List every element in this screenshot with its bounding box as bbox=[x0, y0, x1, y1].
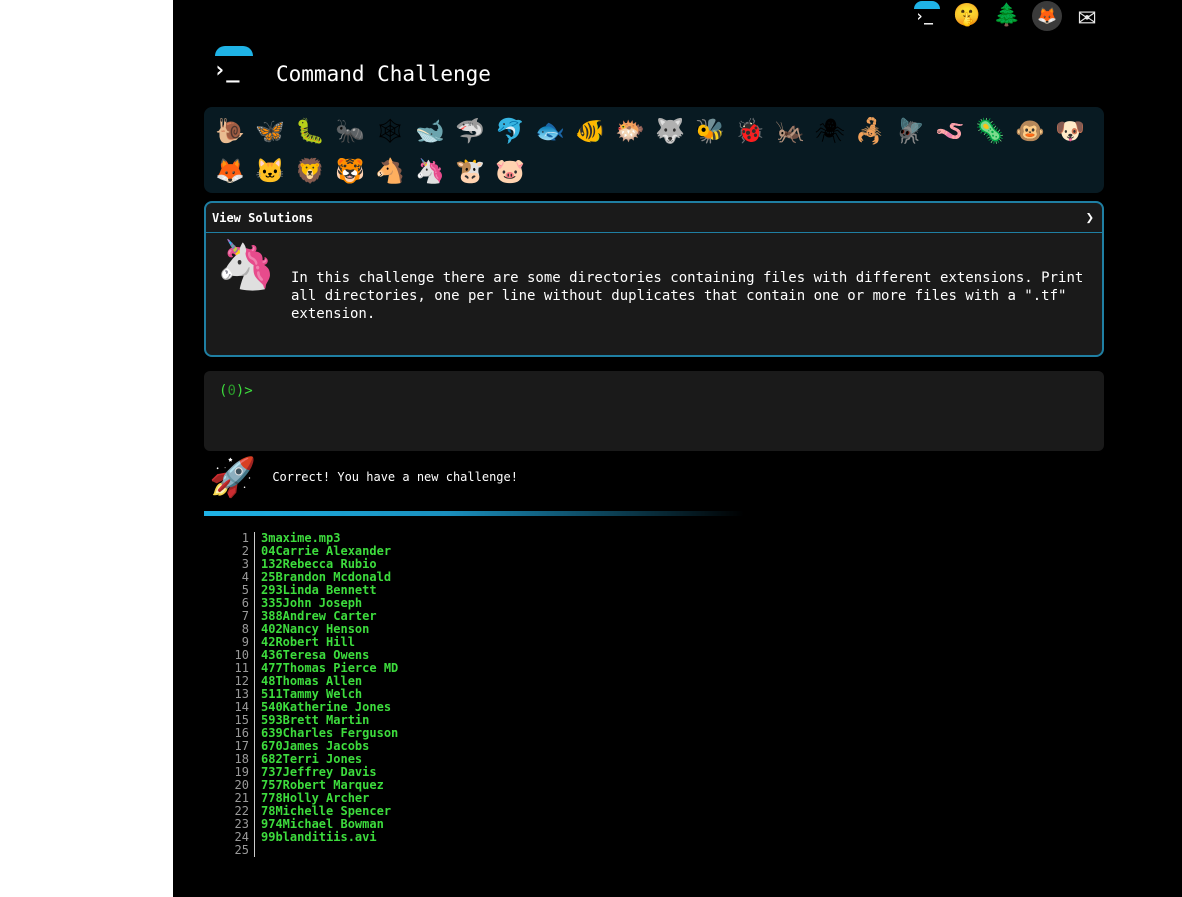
cat-icon[interactable]: 🐱 bbox=[250, 151, 290, 191]
whale-icon[interactable]: 🐋 bbox=[410, 111, 450, 151]
monkey-icon[interactable]: 🐵 bbox=[1010, 111, 1050, 151]
fly-icon[interactable]: 🪰 bbox=[890, 111, 930, 151]
horse-icon[interactable]: 🐴 bbox=[370, 151, 410, 191]
worm-icon[interactable]: 🪱 bbox=[930, 111, 970, 151]
brand[interactable]: ›_ Command Challenge bbox=[209, 44, 491, 90]
progress-bar bbox=[204, 511, 744, 516]
microbe-icon[interactable]: 🦠 bbox=[970, 111, 1010, 151]
caterpillar-icon[interactable]: 🐛 bbox=[290, 111, 330, 151]
rocket-icon: 🚀 bbox=[209, 455, 257, 499]
app-window: ›_ 🤫 🌲 🦊 ✉ ›_ Command Challenge 🐌 🦋 🐛 🐜 🕸 🐋 🦈 🐬… bbox=[173, 0, 1182, 897]
tropical-fish-icon[interactable]: 🐠 bbox=[570, 111, 610, 151]
page-title: Command Challenge bbox=[276, 62, 491, 86]
cricket-icon[interactable]: 🦗 bbox=[770, 111, 810, 151]
chevron-right-icon: ❯ bbox=[1085, 209, 1094, 226]
gitlab-icon[interactable]: 🦊 bbox=[1032, 1, 1062, 31]
shushing-face-icon[interactable]: 🤫 bbox=[952, 1, 982, 31]
prompt-count: 0 bbox=[227, 383, 236, 399]
ant-icon[interactable]: 🐜 bbox=[330, 111, 370, 151]
umbrella-cap bbox=[215, 46, 253, 56]
lion-icon[interactable]: 🦁 bbox=[290, 151, 330, 191]
ladybug-icon[interactable]: 🐞 bbox=[730, 111, 770, 151]
top-icon-bar: ›_ 🤫 🌲 🦊 ✉ bbox=[912, 0, 1102, 32]
spider-icon[interactable]: 🕷 bbox=[810, 111, 850, 151]
tiger-icon[interactable]: 🐯 bbox=[330, 151, 370, 191]
dog-icon[interactable]: 🐶 bbox=[1050, 111, 1090, 151]
success-text: Correct! You have a new challenge! bbox=[272, 470, 518, 484]
scorpion-icon[interactable]: 🦂 bbox=[850, 111, 890, 151]
wolf-icon[interactable]: 🐺 bbox=[650, 111, 690, 151]
challenge-panel: View Solutions ❯ 🦄 In this challenge the… bbox=[204, 201, 1104, 357]
tree-icon[interactable]: 🌲 bbox=[992, 1, 1022, 31]
success-message: 🚀 Correct! You have a new challenge! bbox=[209, 458, 518, 496]
bee-icon[interactable]: 🐝 bbox=[690, 111, 730, 151]
cow-icon[interactable]: 🐮 bbox=[450, 151, 490, 191]
command-output: 1 3maxime.mp3 2 04Carrie Alexander 3 132Rebec… bbox=[228, 532, 398, 857]
terminal-logo-icon: ›_ bbox=[209, 44, 255, 90]
line-text bbox=[255, 844, 261, 857]
view-solutions-toggle[interactable]: View Solutions ❯ bbox=[206, 203, 1102, 233]
blowfish-icon[interactable]: 🐡 bbox=[610, 111, 650, 151]
shark-icon[interactable]: 🦈 bbox=[450, 111, 490, 151]
unicorn-icon: 🦄 bbox=[216, 237, 276, 293]
mail-icon[interactable]: ✉ bbox=[1072, 1, 1102, 31]
pig-icon[interactable]: 🐷 bbox=[490, 151, 530, 191]
challenge-description: In this challenge there are some directo… bbox=[291, 270, 1084, 322]
view-solutions-label: View Solutions bbox=[212, 210, 314, 225]
spider-web-icon[interactable]: 🕸 bbox=[370, 111, 410, 151]
output-line: 25 bbox=[228, 844, 398, 857]
unicorn-icon[interactable]: 🦄 bbox=[410, 151, 450, 191]
prompt-close: )> bbox=[235, 383, 253, 399]
terminal-icon[interactable]: ›_ bbox=[912, 1, 942, 31]
fox-icon[interactable]: 🦊 bbox=[210, 151, 250, 191]
prompt: (0)> bbox=[219, 383, 253, 399]
line-text: 99blanditiis.avi bbox=[261, 830, 377, 844]
dolphin-icon[interactable]: 🐬 bbox=[490, 111, 530, 151]
challenge-animal-bar: 🐌 🦋 🐛 🐜 🕸 🐋 🦈 🐬 🐟 🐠 🐡 🐺 🐝 🐞 🦗 🕷 🦂 🪰 🪱 🦠 🐵 🐶 🦊 🐱 🦁 🐯 🐴 🦄 🐮 🐷 bbox=[204, 107, 1104, 193]
line-number: 25 bbox=[228, 844, 255, 857]
butterfly-icon[interactable]: 🦋 bbox=[250, 111, 290, 151]
terminal-input[interactable]: (0)> bbox=[204, 371, 1104, 451]
snail-icon[interactable]: 🐌 bbox=[210, 111, 250, 151]
fish-icon[interactable]: 🐟 bbox=[530, 111, 570, 151]
output-line: 24 99blanditiis.avi bbox=[228, 831, 398, 844]
